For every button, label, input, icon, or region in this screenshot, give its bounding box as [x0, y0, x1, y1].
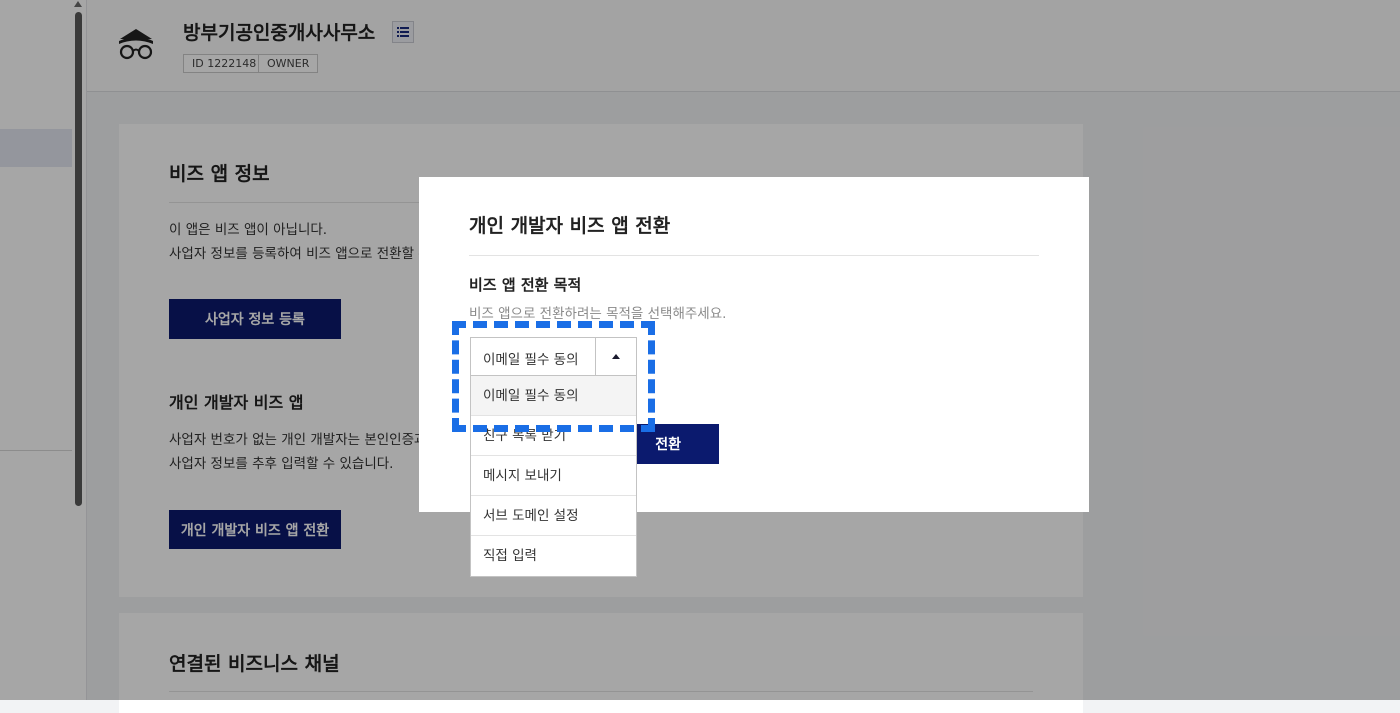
- purpose-help-text: 비즈 앱으로 전환하려는 목적을 선택해주세요.: [469, 306, 727, 322]
- option-email-consent[interactable]: 이메일 필수 동의: [471, 376, 636, 416]
- purpose-options-list: 이메일 필수 동의 친구 목록 받기 메시지 보내기 서브 도메인 설정 직접 …: [470, 376, 637, 577]
- option-send-message[interactable]: 메시지 보내기: [471, 456, 636, 496]
- option-direct-input[interactable]: 직접 입력: [471, 536, 636, 576]
- modal-divider: [469, 255, 1039, 256]
- chevron-up-icon: [612, 354, 620, 359]
- modal-title: 개인 개발자 비즈 앱 전환: [469, 215, 671, 237]
- select-toggle[interactable]: [595, 338, 636, 375]
- option-subdomain[interactable]: 서브 도메인 설정: [471, 496, 636, 536]
- purpose-select[interactable]: 이메일 필수 동의: [470, 337, 637, 376]
- purpose-select-value: 이메일 필수 동의: [483, 352, 579, 368]
- option-friend-list[interactable]: 친구 목록 받기: [471, 416, 636, 456]
- purpose-label: 비즈 앱 전환 목적: [469, 276, 582, 294]
